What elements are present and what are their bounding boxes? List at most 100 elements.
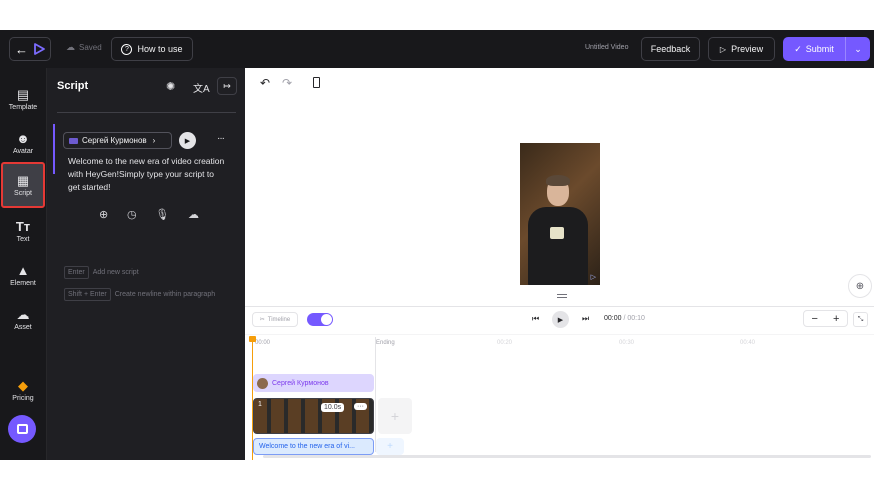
watermark-icon: ▷ <box>590 274 596 281</box>
sidebar-item-script[interactable]: ▦ Script <box>1 162 45 208</box>
voice-name: Сергей Курмонов <box>82 136 147 145</box>
current-time: 00:00 <box>604 315 622 322</box>
timeline-panel: ✂ Timeline ⏮ ▶ ⏭ 00:00 / 00:10 − + ⤡ 00:… <box>245 306 874 460</box>
main-area: ↶ ↷ ▷ ⊕ ✂ Timeline ⏮ ▶ ⏭ 00:00 / 00:10 −… <box>245 68 874 460</box>
video-clip[interactable]: 1 10.0s ··· <box>253 398 374 434</box>
panel-header-divider <box>57 112 236 113</box>
hint-text: Add new script <box>92 269 139 276</box>
cloud-icon: ☁ <box>66 42 75 52</box>
fit-timeline-button[interactable]: ⤡ <box>853 312 868 327</box>
play-button[interactable]: ▶ <box>552 311 569 328</box>
upload-audio-icon[interactable]: ☁ <box>188 208 199 222</box>
time-display: 00:00 / 00:10 <box>604 315 645 322</box>
avatar-body <box>528 207 588 285</box>
voice-selector[interactable]: Сергей Курмонов › <box>63 132 172 149</box>
clip-duration: 10.0s <box>321 403 345 412</box>
toggle-knob-icon <box>321 314 332 325</box>
feedback-button[interactable]: Feedback <box>641 37 700 61</box>
script-panel: Script ✺ 文A ↦ Сергей Курмонов › ▶ ··· We… <box>46 68 256 460</box>
zoom-controls: − + <box>803 310 848 327</box>
flag-icon <box>69 137 78 144</box>
scissors-icon: ✂ <box>259 317 265 323</box>
element-icon: ▲ <box>16 262 30 278</box>
template-icon: ▤ <box>16 86 30 102</box>
translate-icon[interactable]: 文A <box>193 80 210 95</box>
zoom-out-button[interactable]: − <box>812 313 818 325</box>
skip-back-icon[interactable]: ⏮ <box>532 314 539 324</box>
ai-script-icon[interactable]: ✺ <box>166 80 175 93</box>
chevron-right-icon: › <box>152 136 156 145</box>
timeline-mode-label: Timeline <box>267 316 291 323</box>
zoom-icon: ⊕ <box>855 280 865 292</box>
how-to-use-label: How to use <box>137 44 183 54</box>
hint-row-1: Enter Add new script <box>64 266 139 279</box>
skip-forward-icon[interactable]: ⏭ <box>582 314 589 324</box>
play-voice-button[interactable]: ▶ <box>179 132 196 149</box>
avatar-icon: ☻ <box>16 130 30 146</box>
script-text[interactable]: Welcome to the new era of video creation… <box>68 155 228 194</box>
saved-status: ☁ Saved <box>66 42 102 53</box>
timeline-scrollbar[interactable] <box>263 455 871 458</box>
add-circle-icon[interactable]: ⊕ <box>99 208 108 222</box>
sidebar-item-pricing[interactable]: ◆ Pricing <box>2 370 44 410</box>
microphone-icon[interactable]: 🎙︎ <box>155 208 169 222</box>
back-button[interactable]: ← <box>9 37 51 61</box>
preview-button[interactable]: ▷ Preview <box>708 37 775 61</box>
timeline-ruler: 00:00 Ending 00:20 00:30 00:40 <box>245 334 874 350</box>
submit-options-button[interactable]: ⌄ <box>845 37 870 61</box>
avatar-hair <box>546 175 570 186</box>
text-track[interactable]: Welcome to the new era of vi... <box>253 438 374 455</box>
sidebar-item-label: Text <box>16 235 30 243</box>
drag-handle-icon[interactable] <box>557 294 567 298</box>
check-icon: ✓ <box>794 43 802 54</box>
play-outline-icon: ▷ <box>719 44 727 54</box>
sidebar-item-template[interactable]: ▤ Template <box>2 79 44 119</box>
undo-icon[interactable]: ↶ <box>260 76 270 90</box>
heygen-logo-icon <box>34 43 45 55</box>
panel-title: Script <box>57 80 89 92</box>
video-preview[interactable]: ▷ <box>520 143 600 285</box>
preview-label: Preview <box>731 44 764 54</box>
clip-more-button[interactable]: ··· <box>354 403 367 410</box>
chat-support-button[interactable] <box>8 415 36 443</box>
tick-label: 00:40 <box>740 340 756 346</box>
submit-button[interactable]: ✓ Submit <box>783 37 845 61</box>
sidebar-item-avatar[interactable]: ☻ Avatar <box>2 123 44 163</box>
script-block-accent <box>53 124 55 174</box>
sidebar-item-label: Script <box>14 189 32 197</box>
sidebar-item-text[interactable]: Tт Text <box>2 211 44 251</box>
more-options-icon[interactable]: ··· <box>217 133 225 144</box>
zoom-in-button[interactable]: + <box>833 313 839 325</box>
avatar-thumb-icon <box>257 377 268 389</box>
sidebar-item-element[interactable]: ▲ Element <box>2 255 44 295</box>
avatar-track[interactable]: Сергей Курмонов <box>253 374 374 392</box>
chat-icon <box>16 424 28 434</box>
timeline-toggle[interactable] <box>307 313 333 326</box>
text-track-label: Welcome to the new era of vi... <box>259 443 355 450</box>
avatar-track-label: Сергей Курмонов <box>272 379 329 387</box>
sidebar-item-label: Pricing <box>12 394 34 402</box>
hint-key: Shift + Enter <box>64 288 111 301</box>
aspect-ratio-icon[interactable] <box>313 77 320 88</box>
collapse-arrows-icon: ⤡ <box>857 315 864 323</box>
ending-marker <box>375 337 376 452</box>
add-clip-button[interactable]: + <box>378 398 412 434</box>
sidebar-item-label: Asset <box>14 323 32 331</box>
redo-icon[interactable]: ↷ <box>282 76 292 90</box>
saved-label: Saved <box>79 43 102 52</box>
collapse-panel-button[interactable]: ↦ <box>217 77 237 95</box>
how-to-use-button[interactable]: ? How to use <box>111 37 193 61</box>
upload-cloud-icon: ☁ <box>16 306 30 322</box>
add-text-button[interactable]: + <box>376 438 404 455</box>
feedback-label: Feedback <box>650 44 691 54</box>
editor-app: ← ☁ Saved ? How to use Untitled Video Fe… <box>0 30 874 460</box>
zoom-canvas-button[interactable]: ⊕ <box>848 274 872 298</box>
pause-timer-icon[interactable]: ◷ <box>127 208 137 222</box>
timeline-mode-button[interactable]: ✂ Timeline <box>252 312 298 327</box>
avatar-shirt-print <box>550 227 564 239</box>
sidebar-item-asset[interactable]: ☁ Asset <box>2 299 44 339</box>
video-title[interactable]: Untitled Video <box>585 44 628 51</box>
sidebar-item-label: Element <box>10 279 36 287</box>
arrow-left-icon: ← <box>15 41 28 57</box>
clip-index: 1 <box>258 401 262 408</box>
